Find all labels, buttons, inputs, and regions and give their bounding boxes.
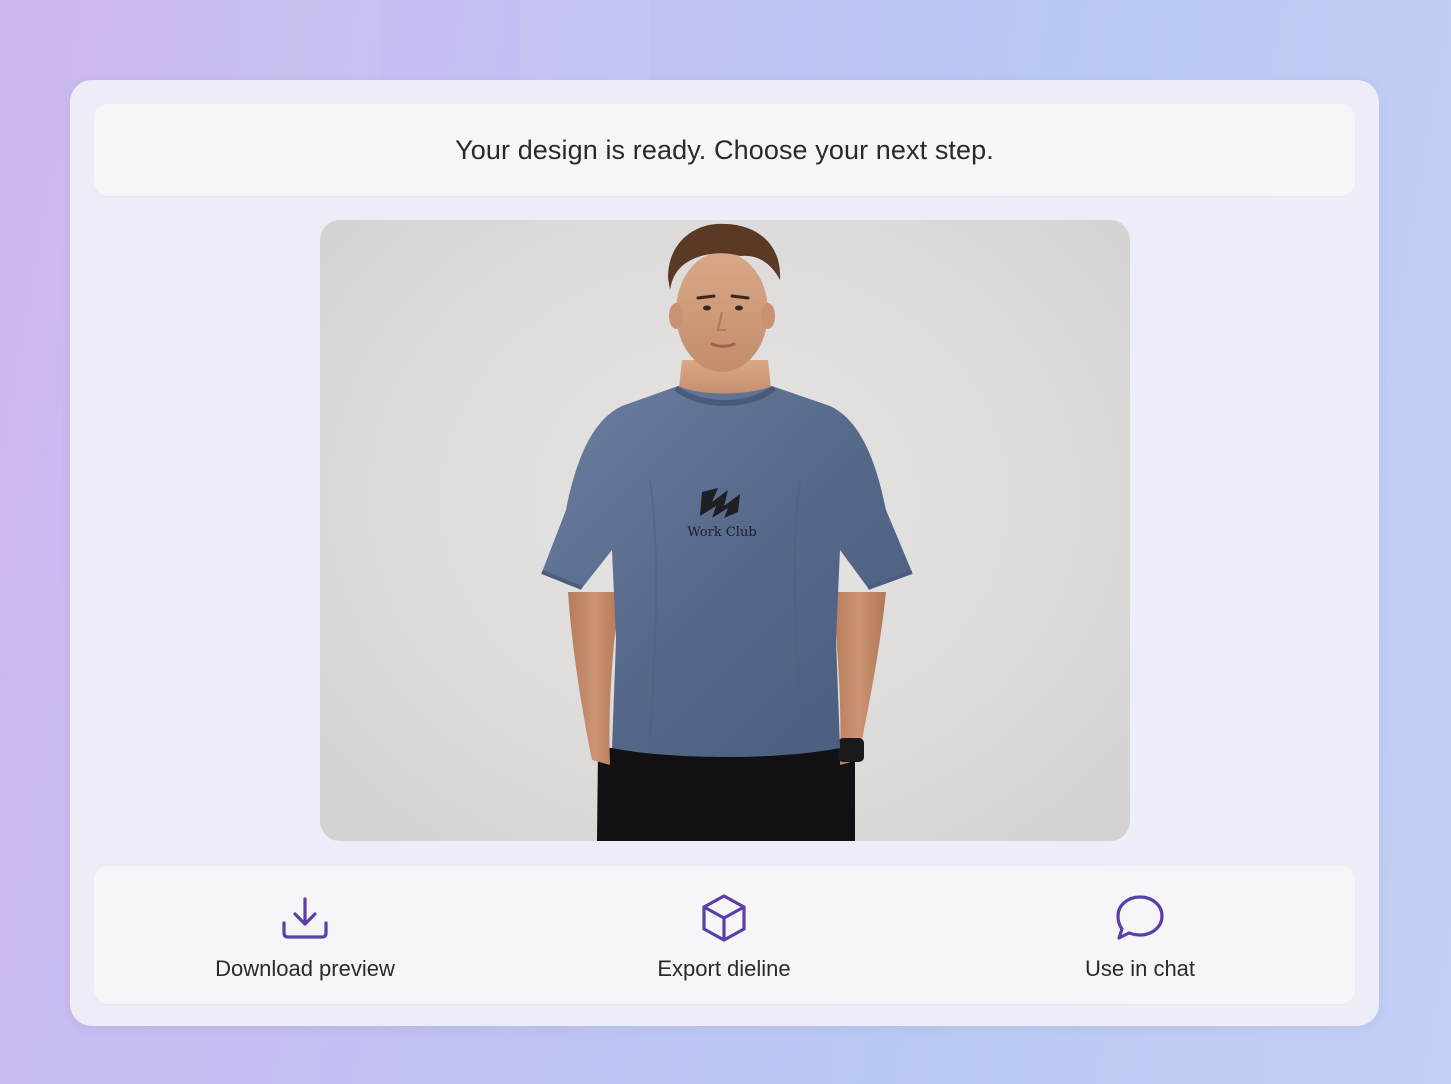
action-bar: Download preview Export dieline Use in c… bbox=[94, 866, 1355, 1004]
use-in-chat-label: Use in chat bbox=[1084, 956, 1196, 981]
background-tile bbox=[520, 0, 650, 80]
right-brow bbox=[730, 294, 750, 300]
left-eye bbox=[703, 305, 711, 311]
left-arm-shape bbox=[568, 592, 620, 765]
download-preview-button[interactable]: Download preview bbox=[155, 866, 455, 1004]
export-dieline-label: Export dieline bbox=[657, 956, 791, 981]
background-tile bbox=[240, 0, 380, 80]
chat-bubble-icon bbox=[1114, 892, 1166, 944]
shirt-print-text: Work Club bbox=[687, 525, 756, 540]
use-in-chat-button[interactable]: Use in chat bbox=[990, 866, 1290, 1004]
box-icon bbox=[698, 892, 750, 944]
right-eye bbox=[735, 305, 743, 311]
tshirt-mockup-illustration: Work Club bbox=[541, 223, 913, 841]
result-card: Your design is ready. Choose your next s… bbox=[70, 80, 1379, 1026]
download-icon bbox=[279, 892, 331, 944]
left-brow bbox=[696, 294, 716, 300]
pants-shape bbox=[597, 748, 855, 841]
right-ear-shape bbox=[761, 303, 775, 329]
left-ear-shape bbox=[669, 303, 683, 329]
design-preview-image: Work Club bbox=[320, 220, 1130, 841]
status-banner: Your design is ready. Choose your next s… bbox=[94, 104, 1355, 196]
watch-shape bbox=[838, 738, 864, 762]
status-message: Your design is ready. Choose your next s… bbox=[455, 134, 994, 165]
export-dieline-button[interactable]: Export dieline bbox=[574, 866, 874, 1004]
download-preview-label: Download preview bbox=[215, 956, 395, 981]
